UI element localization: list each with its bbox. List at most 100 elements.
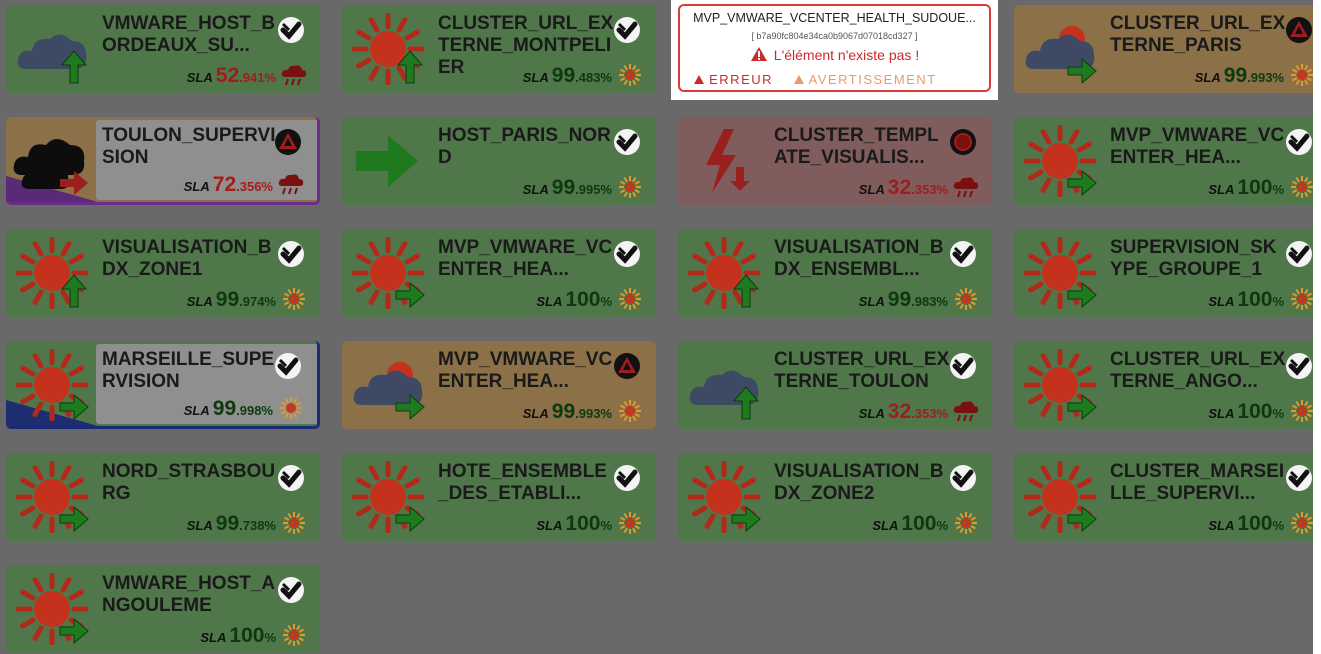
small-sun-icon: [280, 287, 308, 311]
service-tile[interactable]: CLUSTER_MARSEILLE_SUPERVI... SLA 100%: [1014, 453, 1321, 541]
critical-icon: [948, 127, 978, 157]
sla-value: SLA 100%: [200, 624, 276, 648]
small-sun-icon: [280, 511, 308, 535]
sla-decimal: .353%: [911, 182, 948, 197]
cloud-rain-icon: [12, 13, 94, 85]
service-tile[interactable]: TOULON_SUPERVISION SLA 72.356%: [6, 117, 320, 205]
sla-value: SLA 99.998%: [184, 397, 273, 421]
service-tile[interactable]: VISUALISATION_BDX_ZONE2 SLA 100%: [678, 453, 992, 541]
tile-name: VMWARE_HOST_ANGOULEME: [102, 573, 276, 616]
sun-icon: [12, 348, 94, 422]
tile-name: VISUALISATION_BDX_ZONE2: [774, 461, 944, 504]
sun-icon: [348, 460, 430, 534]
sla-decimal: %: [1272, 518, 1284, 533]
small-sun-icon: [1288, 511, 1316, 535]
sla-decimal: .941%: [239, 70, 276, 85]
sla-integer: 100: [1237, 400, 1273, 423]
sla-integer: 99: [212, 397, 237, 420]
sun-icon: [1020, 460, 1102, 534]
warning-label: AVERTISSEMENT: [808, 72, 937, 87]
sla-label: SLA: [858, 406, 885, 421]
sla-value: SLA 99.995%: [523, 176, 612, 200]
storm-cloud-icon: [12, 125, 94, 197]
sla-decimal: .738%: [239, 518, 276, 533]
check-icon: [612, 127, 642, 157]
check-icon: [948, 351, 978, 381]
small-sun-icon: [1288, 63, 1316, 87]
service-tile[interactable]: VISUALISATION_BDX_ENSEMBL... SLA 99.983%: [678, 229, 992, 317]
small-rain-cloud-icon: [280, 63, 308, 87]
service-tile[interactable]: VMWARE_HOST_ANGOULEME SLA 100%: [6, 565, 320, 653]
sla-label: SLA: [1208, 406, 1235, 421]
small-sun-icon: [616, 399, 644, 423]
sla-value: SLA 99.974%: [187, 288, 276, 312]
sla-value: SLA 99.738%: [187, 512, 276, 536]
service-tile[interactable]: CLUSTER_URL_EXTERNE_MONTPELIER SLA 99.483%: [342, 5, 656, 93]
service-tile[interactable]: MARSEILLE_SUPERVISION SLA 99.998%: [6, 341, 320, 429]
sun-icon: [684, 236, 766, 310]
sla-value: SLA 99.993%: [1195, 64, 1284, 88]
sla-integer: 52: [215, 64, 240, 87]
sla-decimal: %: [1272, 182, 1284, 197]
check-icon: [612, 463, 642, 493]
sla-integer: 99: [551, 176, 576, 199]
service-tile[interactable]: MVP_VMWARE_VCENTER_HEA... SLA 100%: [1014, 117, 1321, 205]
check-icon: [948, 239, 978, 269]
check-icon: [1284, 351, 1314, 381]
service-tile[interactable]: NORD_STRASBOURG SLA 99.738%: [6, 453, 320, 541]
sla-value: SLA 99.983%: [859, 288, 948, 312]
service-tile[interactable]: SUPERVISION_SKYPE_GROUPE_1 SLA 100%: [1014, 229, 1321, 317]
sla-decimal: .356%: [236, 179, 273, 194]
sla-decimal: .998%: [236, 403, 273, 418]
check-icon: [276, 239, 306, 269]
sla-integer: 100: [901, 512, 937, 535]
small-sun-icon: [616, 287, 644, 311]
check-icon: [612, 239, 642, 269]
small-sun-icon: [616, 63, 644, 87]
sla-integer: 99: [1223, 64, 1248, 87]
check-icon: [1284, 463, 1314, 493]
arrow-right-icon: [348, 125, 430, 197]
service-tile[interactable]: MVP_VMWARE_VCENTER_HEA... SLA 100%: [342, 229, 656, 317]
service-tile[interactable]: VMWARE_HOST_BORDEAUX_SU... SLA 52.941%: [6, 5, 320, 93]
sla-value: SLA 100%: [1208, 176, 1284, 200]
service-tile[interactable]: CLUSTER_URL_EXTERNE_TOULON SLA 32.353%: [678, 341, 992, 429]
sla-value: SLA 99.993%: [523, 400, 612, 424]
sun-icon: [348, 236, 430, 310]
error-legend: ERREUR: [694, 72, 773, 87]
sla-label: SLA: [186, 518, 213, 533]
sun-icon: [1020, 236, 1102, 310]
sla-label: SLA: [1208, 518, 1235, 533]
tile-name: MARSEILLE_SUPERVISION: [102, 349, 275, 392]
service-tile[interactable]: CLUSTER_TEMPLATE_VISUALIS... SLA 32.353%: [678, 117, 992, 205]
service-tile[interactable]: CLUSTER_URL_EXTERNE_PARIS SLA 99.993%: [1014, 5, 1321, 93]
alert-triangle-icon: [1284, 15, 1314, 45]
tile-name: MVP_VMWARE_VCENTER_HEA...: [438, 237, 613, 280]
sla-label: SLA: [1208, 294, 1235, 309]
cloud-icon: [684, 349, 766, 421]
tile-name: CLUSTER_URL_EXTERNE_TOULON: [774, 349, 950, 392]
small-sun-icon: [1288, 287, 1316, 311]
sla-value: SLA 32.353%: [859, 400, 948, 424]
small-sun-icon: [277, 396, 305, 420]
sla-label: SLA: [536, 294, 563, 309]
sla-integer: 100: [229, 624, 265, 647]
service-tile[interactable]: MVP_VMWARE_VCENTER_HEA... SLA 99.993%: [342, 341, 656, 429]
tile-name: VISUALISATION_BDX_ENSEMBL...: [774, 237, 944, 280]
small-sun-icon: [616, 175, 644, 199]
sla-decimal: .995%: [575, 182, 612, 197]
small-rain-cloud-icon: [952, 175, 980, 199]
tile-name: CLUSTER_URL_EXTERNE_PARIS: [1110, 13, 1286, 56]
service-tile[interactable]: HOST_PARIS_NORD SLA 99.995%: [342, 117, 656, 205]
sla-label: SLA: [858, 182, 885, 197]
sla-value: SLA 32.353%: [859, 176, 948, 200]
service-tile[interactable]: HOTE_ENSEMBLE_DES_ETABLI... SLA 100%: [342, 453, 656, 541]
sla-decimal: %: [600, 294, 612, 309]
service-tile[interactable]: VISUALISATION_BDX_ZONE1 SLA 99.974%: [6, 229, 320, 317]
alert-triangle-icon: [612, 351, 642, 381]
sla-decimal: .974%: [239, 294, 276, 309]
service-tile[interactable]: CLUSTER_URL_EXTERNE_ANGO... SLA 100%: [1014, 341, 1321, 429]
tile-name: HOTE_ENSEMBLE_DES_ETABLI...: [438, 461, 607, 504]
sla-value: SLA 52.941%: [187, 64, 276, 88]
sla-integer: 32: [887, 400, 912, 423]
